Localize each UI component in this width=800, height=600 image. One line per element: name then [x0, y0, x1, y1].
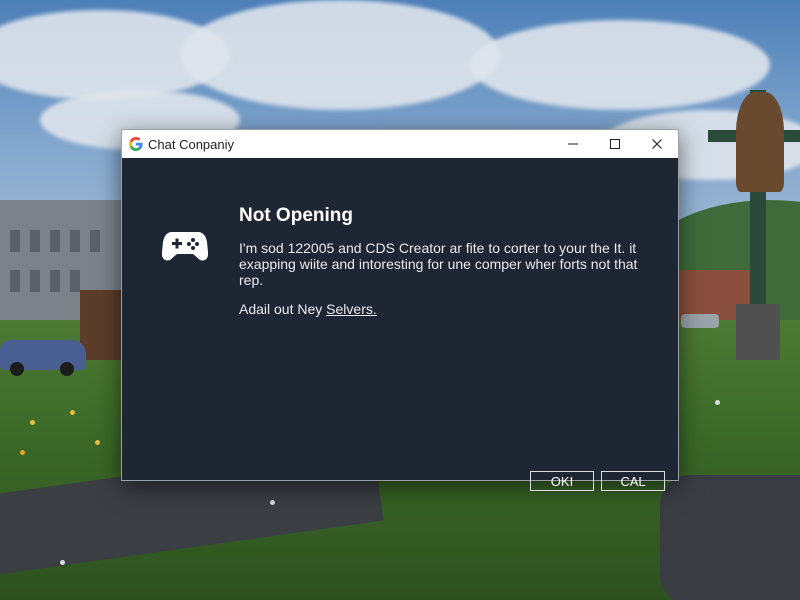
window-title: Chat Conpaniy: [148, 136, 234, 152]
cloud: [470, 20, 770, 110]
close-icon: [651, 138, 663, 150]
flower: [70, 410, 75, 415]
cancel-button[interactable]: CAL: [601, 471, 665, 491]
statue: [736, 92, 784, 192]
house: [80, 290, 122, 360]
flower: [270, 500, 275, 505]
close-button[interactable]: [636, 130, 678, 158]
servers-link[interactable]: Selvers.: [326, 301, 377, 317]
weapon: [660, 475, 800, 600]
flower: [30, 420, 35, 425]
minimize-button[interactable]: [552, 130, 594, 158]
link-line: Adail out Ney Selvers.: [239, 301, 377, 317]
flower: [60, 560, 65, 565]
link-prefix: Adail out Ney: [239, 301, 327, 317]
window-controls: [552, 130, 678, 158]
flower: [20, 450, 25, 455]
minimize-icon: [567, 138, 579, 150]
ok-button[interactable]: OKI: [530, 471, 594, 491]
flower: [715, 400, 720, 405]
maximize-icon: [609, 138, 621, 150]
dialog-heading: Not Opening: [239, 205, 353, 226]
cloud: [180, 0, 500, 110]
pedestal: [736, 304, 780, 360]
title-bar[interactable]: Chat Conpaniy: [122, 130, 678, 158]
car: [681, 314, 719, 328]
maximize-button[interactable]: [594, 130, 636, 158]
gamepad-icon: [161, 228, 209, 269]
car: [0, 340, 86, 376]
flower: [95, 440, 100, 445]
dialog-message: I'm sod 122005 and CDS Creator ar fite t…: [239, 240, 638, 288]
dialog-content: Not Opening I'm sod 122005 and CDS Creat…: [122, 158, 678, 491]
google-g-logo-icon: [128, 136, 144, 152]
error-dialog: Chat Conpaniy Not Opening I'm sod 122005…: [121, 129, 679, 491]
